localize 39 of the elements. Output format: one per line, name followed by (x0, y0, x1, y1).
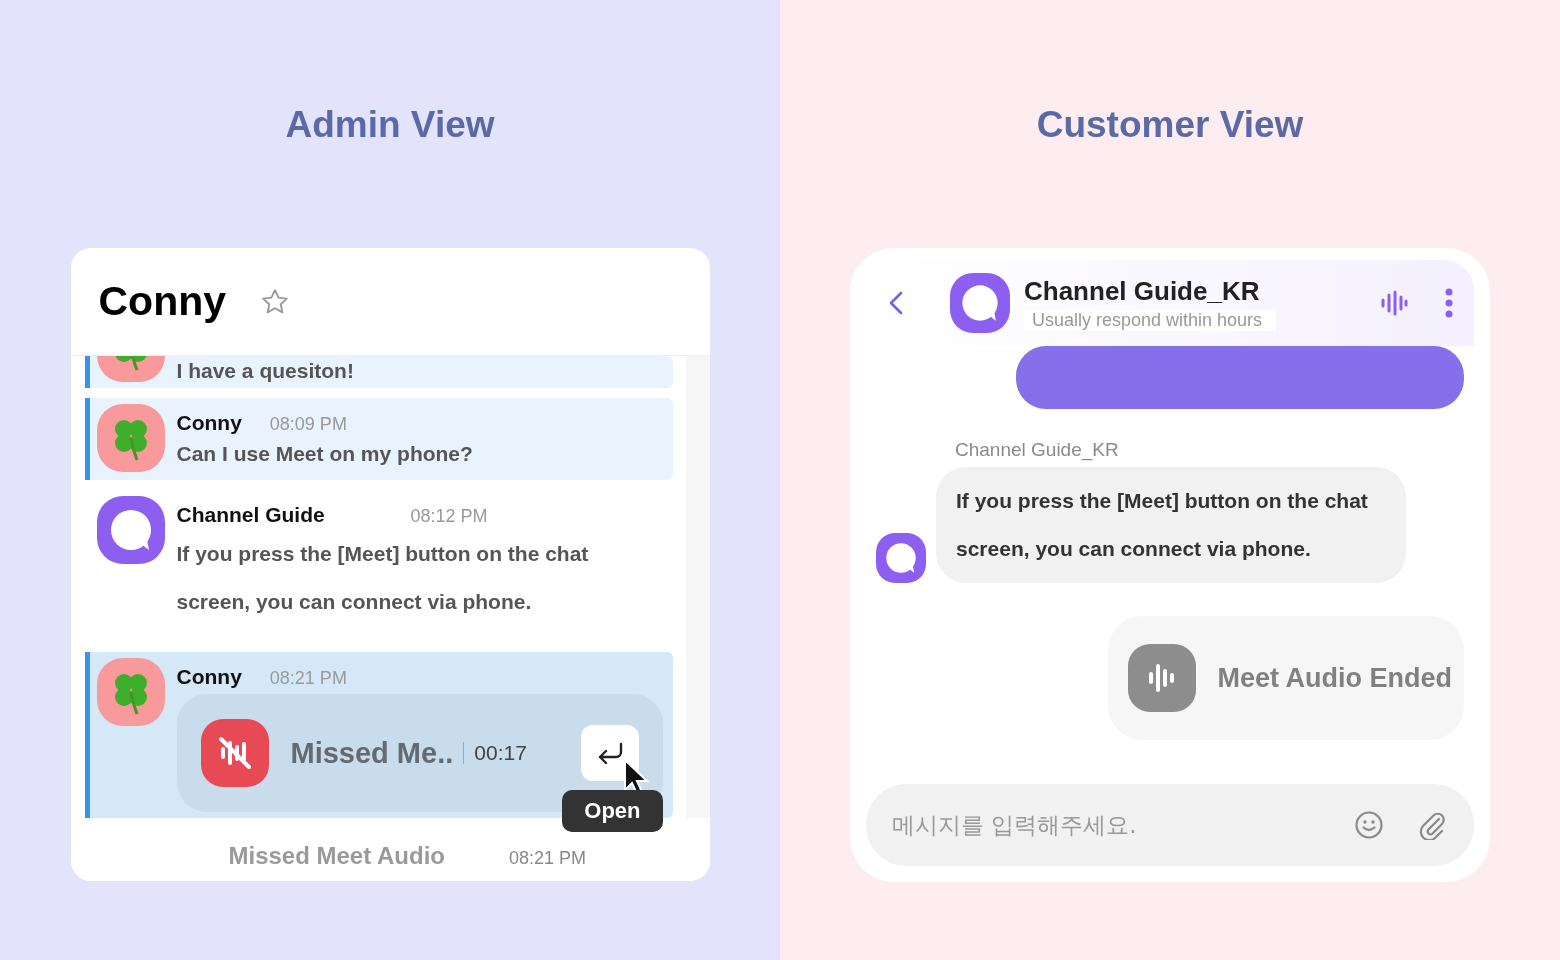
sender-name: Conny (176, 664, 242, 690)
chat-bubble-avatar (96, 496, 165, 564)
preview-text: Missed Meet Audio (228, 842, 445, 870)
message-row[interactable]: Conny 08:09 PM Can I use Meet on my phone? (84, 398, 673, 480)
smiley-icon[interactable] (1354, 810, 1384, 840)
message-input[interactable]: 메시지를 입력해주세요. (890, 811, 1320, 839)
message-text: If you press the [Meet] button on the chat screen, you can connect via phone. (176, 541, 590, 615)
chat-bubble-avatar (950, 273, 1010, 333)
call-title: Missed Me.. (290, 736, 454, 770)
channel-name: Channel Guide_KR (1024, 275, 1261, 307)
back-icon[interactable] (888, 290, 904, 316)
chat-bubble-avatar (876, 533, 926, 583)
message-text: Can I use Meet on my phone? (176, 441, 474, 467)
preview-time: 08:21 PM (508, 848, 586, 869)
clover-avatar (96, 404, 165, 472)
call-duration: 00:17 (474, 741, 527, 765)
tooltip: Open (562, 790, 663, 832)
unread-bar (84, 356, 90, 388)
message-row[interactable]: Channel Guide 08:12 PM If you press the [Meet] button on the chat screen, you can connect via phone. (84, 490, 673, 642)
contact-name: Conny (98, 278, 227, 325)
message-row[interactable]: I have a quesiton! (84, 356, 673, 388)
sender-name: Channel Guide_KR (955, 439, 1120, 461)
message-time: 08:21 PM (269, 668, 347, 689)
message-time: 08:12 PM (410, 506, 488, 527)
call-status: Meet Audio Ended (1217, 662, 1452, 694)
clover-avatar (96, 658, 165, 726)
response-time: Usually respond within hours (1024, 309, 1277, 331)
audio-icon (1127, 644, 1196, 712)
paperclip-icon[interactable] (1418, 810, 1446, 840)
sender-name: Conny (176, 410, 242, 436)
message-time: 08:09 PM (269, 414, 347, 435)
sender-name: Channel Guide (176, 502, 326, 528)
open-button[interactable] (580, 725, 639, 781)
section-heading: Customer View (1036, 103, 1304, 147)
more-icon[interactable] (1444, 288, 1454, 318)
message-text: I have a quesiton! (176, 358, 355, 384)
audio-icon[interactable] (1380, 289, 1408, 317)
message-bubble: If you press the [Meet] button on the chat screen, you can connect via phone. (936, 467, 1406, 583)
section-heading: Admin View (285, 103, 495, 147)
